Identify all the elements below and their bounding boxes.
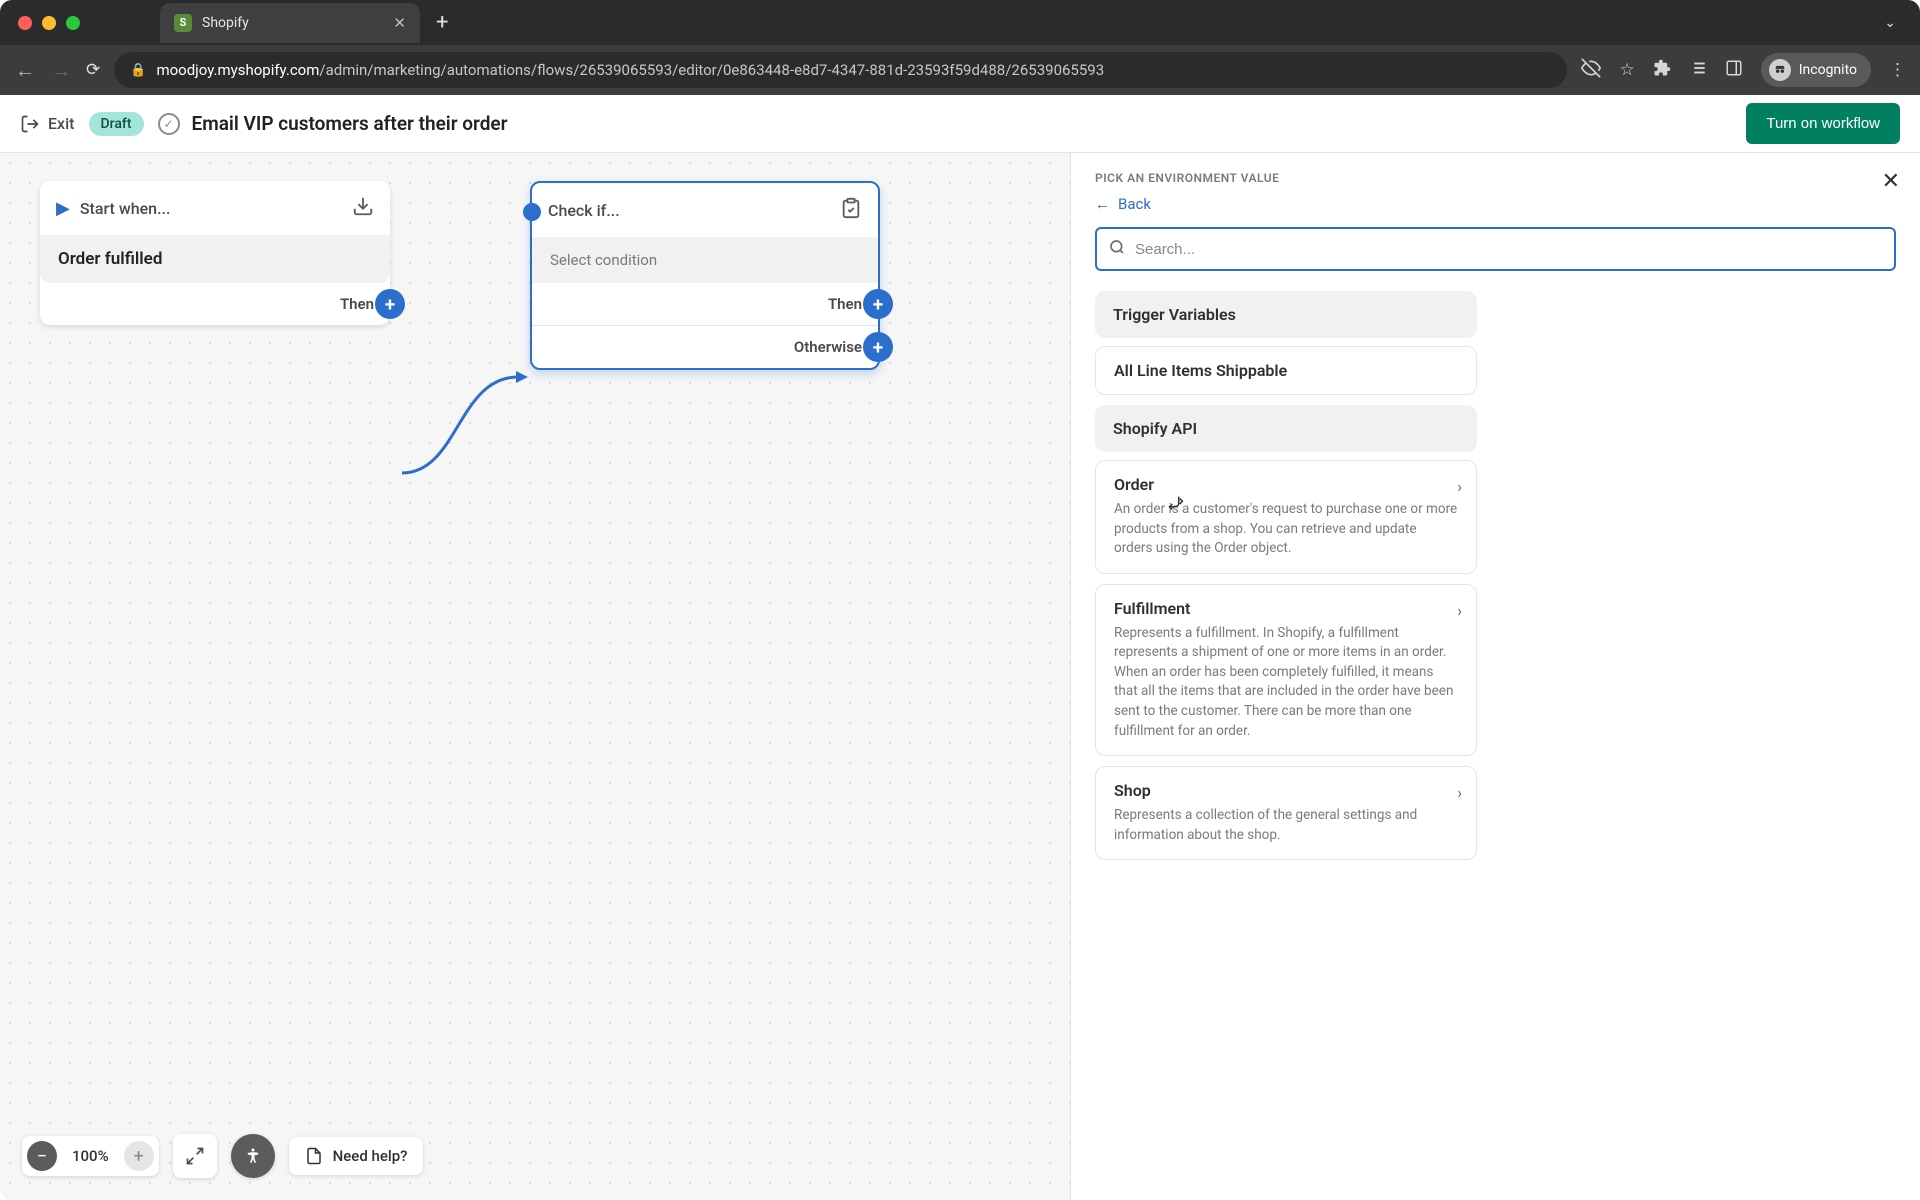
item-fulfillment[interactable]: Fulfillment › Represents a fulfillment. … bbox=[1095, 584, 1477, 756]
panel-subtitle: PICK AN ENVIRONMENT VALUE bbox=[1095, 171, 1896, 185]
url-text: moodjoy.myshopify.com/admin/marketing/au… bbox=[156, 61, 1104, 79]
url-bar[interactable]: 🔒 moodjoy.myshopify.com/admin/marketing/… bbox=[114, 52, 1567, 88]
main-area: ▶ Start when... Order fulfilled Then + C… bbox=[0, 153, 1920, 1200]
start-node-title: Start when... bbox=[80, 199, 171, 218]
start-node-header: ▶ Start when... bbox=[40, 181, 390, 235]
back-label: Back bbox=[1118, 195, 1151, 213]
exit-label: Exit bbox=[48, 114, 75, 133]
close-panel-button[interactable]: ✕ bbox=[1882, 169, 1900, 194]
condition-node[interactable]: Check if... Select condition Then + Othe… bbox=[530, 181, 880, 370]
incognito-label: Incognito bbox=[1799, 62, 1857, 78]
variable-list: Trigger Variables All Line Items Shippab… bbox=[1071, 291, 1501, 870]
workflow-canvas[interactable]: ▶ Start when... Order fulfilled Then + C… bbox=[0, 153, 1070, 1200]
back-button[interactable]: ← bbox=[14, 58, 36, 83]
tab-title: Shopify bbox=[202, 15, 249, 31]
accessibility-button[interactable] bbox=[231, 1134, 275, 1178]
titlebar: S Shopify ✕ + ⌄ bbox=[0, 0, 1920, 45]
connector-line bbox=[388, 353, 538, 493]
new-tab-button[interactable]: + bbox=[436, 10, 448, 35]
add-step-button[interactable]: + bbox=[375, 289, 405, 319]
condition-otherwise: Otherwise + bbox=[532, 325, 878, 368]
tab-list-chevron-icon[interactable]: ⌄ bbox=[1884, 15, 1902, 31]
download-icon[interactable] bbox=[352, 195, 374, 221]
item-description: An order is a customer's request to purc… bbox=[1114, 500, 1458, 559]
incognito-badge[interactable]: Incognito bbox=[1761, 53, 1871, 87]
otherwise-label: Otherwise bbox=[794, 338, 862, 356]
lock-icon: 🔒 bbox=[130, 63, 146, 78]
maximize-window-button[interactable] bbox=[66, 16, 80, 30]
reading-list-icon[interactable] bbox=[1689, 59, 1707, 82]
browser-tab[interactable]: S Shopify ✕ bbox=[160, 3, 420, 43]
traffic-lights bbox=[18, 16, 80, 30]
eye-off-icon[interactable] bbox=[1581, 58, 1601, 83]
play-icon: ▶ bbox=[56, 198, 70, 219]
search-box[interactable] bbox=[1095, 227, 1896, 271]
side-panel-icon[interactable] bbox=[1725, 59, 1743, 82]
condition-node-title: Check if... bbox=[548, 201, 620, 220]
shopify-favicon: S bbox=[174, 14, 192, 32]
window-frame: S Shopify ✕ + ⌄ ← → ⟳ 🔒 moodjoy.myshopif… bbox=[0, 0, 1920, 1200]
menu-icon[interactable]: ⋮ bbox=[1889, 60, 1906, 80]
close-window-button[interactable] bbox=[18, 16, 32, 30]
zoom-out-button[interactable]: − bbox=[27, 1141, 57, 1171]
browser-toolbar: ← → ⟳ 🔒 moodjoy.myshopify.com/admin/mark… bbox=[0, 45, 1920, 95]
workflow-title: Email VIP customers after their order bbox=[192, 112, 508, 135]
chevron-right-icon: › bbox=[1457, 783, 1462, 802]
close-tab-button[interactable]: ✕ bbox=[393, 14, 406, 32]
item-all-line-items-shippable[interactable]: All Line Items Shippable bbox=[1095, 346, 1477, 395]
back-link[interactable]: ← Back bbox=[1095, 195, 1896, 213]
turn-on-workflow-button[interactable]: Turn on workflow bbox=[1746, 103, 1900, 144]
item-order[interactable]: Order › An order is a customer's request… bbox=[1095, 460, 1477, 574]
bookmark-star-icon[interactable]: ☆ bbox=[1619, 60, 1634, 80]
chevron-right-icon: › bbox=[1457, 477, 1462, 496]
fit-view-button[interactable] bbox=[173, 1134, 217, 1178]
item-name: Shop bbox=[1114, 781, 1458, 800]
side-panel: ✕ PICK AN ENVIRONMENT VALUE ← Back Trigg… bbox=[1070, 153, 1920, 1200]
then-label: Then bbox=[340, 295, 374, 313]
item-description: Represents a fulfillment. In Shopify, a … bbox=[1114, 624, 1458, 741]
incognito-icon bbox=[1769, 59, 1791, 81]
item-name: All Line Items Shippable bbox=[1114, 361, 1458, 380]
item-name: Order bbox=[1114, 475, 1458, 494]
section-shopify-api: Shopify API bbox=[1095, 405, 1477, 452]
item-name: Fulfillment bbox=[1114, 599, 1458, 618]
input-port bbox=[523, 203, 541, 221]
panel-header: PICK AN ENVIRONMENT VALUE ← Back bbox=[1071, 153, 1920, 213]
arrow-left-icon: ← bbox=[1095, 195, 1110, 213]
zoom-level: 100% bbox=[62, 1147, 119, 1165]
reload-button[interactable]: ⟳ bbox=[86, 60, 100, 80]
add-then-button[interactable]: + bbox=[863, 289, 893, 319]
start-node[interactable]: ▶ Start when... Order fulfilled Then + bbox=[40, 181, 390, 325]
start-node-body: Order fulfilled bbox=[40, 235, 390, 283]
toolbar-right: ☆ Incognito ⋮ bbox=[1581, 53, 1906, 87]
draft-badge: Draft bbox=[89, 112, 144, 136]
item-description: Represents a collection of the general s… bbox=[1114, 806, 1458, 845]
item-shop[interactable]: Shop › Represents a collection of the ge… bbox=[1095, 766, 1477, 860]
start-node-then: Then + bbox=[40, 283, 390, 325]
bottom-controls: − 100% + Need help? bbox=[22, 1134, 423, 1178]
condition-body[interactable]: Select condition bbox=[532, 237, 878, 283]
need-help-button[interactable]: Need help? bbox=[289, 1137, 424, 1175]
extensions-icon[interactable] bbox=[1653, 59, 1671, 82]
section-trigger-variables: Trigger Variables bbox=[1095, 291, 1477, 338]
minimize-window-button[interactable] bbox=[42, 16, 56, 30]
then-label: Then bbox=[828, 295, 862, 313]
zoom-group: − 100% + bbox=[22, 1136, 159, 1176]
clipboard-icon[interactable] bbox=[840, 197, 862, 223]
exit-button[interactable]: Exit bbox=[20, 114, 75, 134]
chevron-right-icon: › bbox=[1457, 601, 1462, 620]
add-otherwise-button[interactable]: + bbox=[863, 332, 893, 362]
tab-strip: S Shopify ✕ + bbox=[160, 3, 448, 43]
search-input[interactable] bbox=[1135, 241, 1882, 258]
condition-then: Then + bbox=[532, 283, 878, 325]
search-icon bbox=[1109, 239, 1125, 259]
need-help-label: Need help? bbox=[333, 1147, 408, 1165]
check-circle-icon: ✓ bbox=[158, 113, 180, 135]
app-header: Exit Draft ✓ Email VIP customers after t… bbox=[0, 95, 1920, 153]
condition-node-header: Check if... bbox=[532, 183, 878, 237]
zoom-in-button[interactable]: + bbox=[124, 1141, 154, 1171]
forward-button[interactable]: → bbox=[50, 58, 72, 83]
